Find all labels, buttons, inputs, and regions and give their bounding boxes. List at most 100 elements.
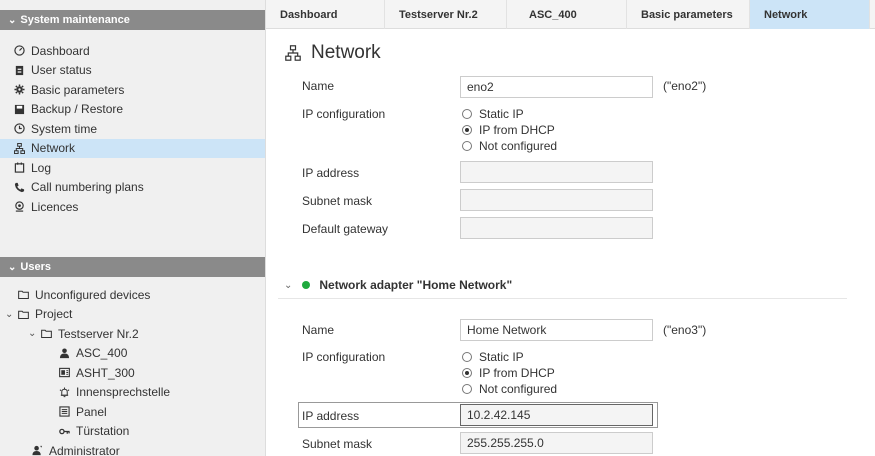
adapter2-name-hint: ("eno3") [663,323,707,337]
adapter2-mask-label: Subnet mask [302,437,373,451]
adapter2-radio-not-configured[interactable]: Not configured [462,381,557,397]
radio-label: Not configured [479,382,558,396]
menu-label: System time [31,121,98,136]
menu-label: Licences [31,199,79,214]
adapter1-name-input[interactable]: eno2 [460,76,653,98]
page-title-text: Network [311,42,381,63]
licence-icon [13,201,25,213]
tree-label: Panel [76,404,107,419]
radio-label: IP from DHCP [479,123,555,137]
phone-icon [13,181,25,193]
panel-icon [58,406,70,418]
menu-item-user-status[interactable]: User status [0,61,265,81]
radio-label: Static IP [479,107,524,121]
network-icon [13,142,25,154]
tab-basic-parameters[interactable]: Basic parameters [627,0,750,29]
menu-item-dashboard[interactable]: Dashboard [0,41,265,61]
menu-item-network[interactable]: Network [0,138,265,158]
radio-button[interactable] [462,109,472,119]
menu-label: Call numbering plans [31,180,144,195]
radio-label: Not configured [479,139,558,153]
adapter1-mask-input[interactable] [460,189,653,211]
tree-label: ASHT_300 [76,365,135,380]
menu-item-backup-restore[interactable]: Backup / Restore [0,100,265,120]
adapter1-radio-dhcp[interactable]: IP from DHCP [462,122,557,138]
tree-label: ASC_400 [76,346,128,361]
tab-bar: Dashboard Testserver Nr.2 ASC_400 Basic … [266,0,875,29]
menu-item-system-time[interactable]: System time [0,119,265,139]
adapter1-name-hint: ("eno2") [663,79,707,93]
tab-label: Testserver Nr.2 [399,8,478,21]
user-station-icon [58,347,70,359]
menu-label: Basic parameters [31,82,125,97]
tree-label: Innensprechstelle [76,385,171,400]
adapter2-radio-dhcp[interactable]: IP from DHCP [462,365,557,381]
tab-label: Dashboard [280,8,338,21]
chevron-down-icon[interactable]: ⌄ [284,280,292,291]
adapter1-radio-not-configured[interactable]: Not configured [462,138,557,154]
tree-item-asht-300[interactable]: ASHT_300 [0,363,265,383]
radio-button[interactable] [462,141,472,151]
gear-icon [13,84,25,96]
radio-label: IP from DHCP [479,366,555,380]
adapter1-radio-static-ip[interactable]: Static IP [462,106,557,122]
tab-network[interactable]: Network [750,0,870,29]
tab-dashboard[interactable]: Dashboard [266,0,385,29]
menu-item-licences[interactable]: Licences [0,197,265,217]
menu-label: Backup / Restore [31,102,124,117]
tab-label: ASC_400 [529,8,577,21]
adapter1-ipconf-radio-group: Static IP IP from DHCP Not configured [462,106,557,154]
tree-label: Türstation [76,424,130,439]
menu-item-call-numbering-plans[interactable]: Call numbering plans [0,178,265,198]
radio-button-selected[interactable] [462,368,472,378]
tab-label: Network [764,8,808,21]
tab-asc-400[interactable]: ASC_400 [507,0,627,29]
adapter2-header-text: Network adapter "Home Network" [319,278,513,292]
menu-item-log[interactable]: Log [0,158,265,178]
adapter2-ip-label: IP address [302,409,360,423]
chevron-down-icon: ⌄ [8,261,17,273]
user-status-icon [13,64,25,76]
adapter2-radio-static-ip[interactable]: Static IP [462,349,557,365]
radio-button[interactable] [462,352,472,362]
adapter2-name-input[interactable]: Home Network [460,319,653,341]
tree-item-administrator[interactable]: Administrator [0,441,265,456]
adapter2-ipconf-label: IP configuration [302,350,386,364]
tree-item-tuerstation[interactable]: Türstation [0,422,265,442]
adapter1-gateway-input[interactable] [460,217,653,239]
tree-item-asc-400[interactable]: ASC_400 [0,344,265,364]
divider [278,298,847,299]
chevron-down-icon[interactable]: ⌄ [28,328,38,339]
tree-item-testserver[interactable]: ⌄ Testserver Nr.2 [0,324,265,344]
adapter2-ip-input[interactable]: 10.2.42.145 [460,404,653,426]
radio-button[interactable] [462,384,472,394]
tree-item-unconfigured-devices[interactable]: Unconfigured devices [0,285,265,305]
tab-testserver[interactable]: Testserver Nr.2 [385,0,507,29]
radio-label: Static IP [479,350,524,364]
folder-icon [17,308,29,320]
adapter2-mask-input[interactable]: 255.255.255.0 [460,432,653,454]
section-label: Users [20,261,51,273]
log-icon [13,162,25,174]
tree-item-project[interactable]: ⌄ Project [0,305,265,325]
chevron-down-icon: ⌄ [8,14,17,26]
tree-label: Administrator [49,443,120,456]
section-label: System maintenance [20,14,130,26]
tree-item-panel[interactable]: Panel [0,402,265,422]
network-icon [285,45,301,61]
chevron-down-icon[interactable]: ⌄ [5,309,15,320]
users-header[interactable]: ⌄ Users [0,257,265,277]
admin-icon [31,445,43,456]
key-icon [58,425,70,437]
menu-item-basic-parameters[interactable]: Basic parameters [0,80,265,100]
adapter2-ipconf-radio-group: Static IP IP from DHCP Not configured [462,349,557,397]
adapter1-ipconf-label: IP configuration [302,107,386,121]
radio-button-selected[interactable] [462,125,472,135]
tree-item-innensprechstelle[interactable]: Innensprechstelle [0,383,265,403]
adapter1-gateway-label: Default gateway [302,222,389,236]
adapter1-ip-input[interactable] [460,161,653,183]
sidebar: ⌄ System maintenance Dashboard User stat… [0,0,266,456]
system-maintenance-header[interactable]: ⌄ System maintenance [0,10,265,30]
tree-label: Project [35,307,73,322]
adapter2-header[interactable]: ⌄ Network adapter "Home Network" [284,278,512,292]
